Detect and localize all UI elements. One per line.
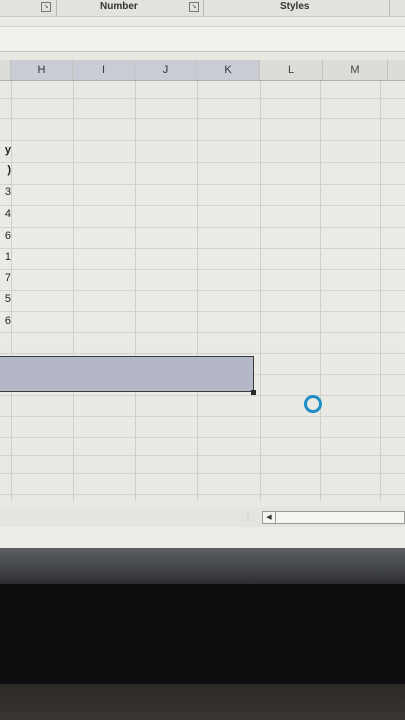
column-headers: H I J K L M — [0, 60, 405, 81]
formula-bar[interactable] — [0, 26, 405, 51]
horizontal-scrollbar[interactable]: ◀ — [262, 511, 405, 524]
grid-row-line — [0, 227, 405, 228]
grid-row-line — [0, 353, 405, 354]
grid-row-line — [0, 248, 405, 249]
cell-partial-value: 4 — [4, 208, 11, 220]
monitor-frame — [0, 584, 405, 684]
grid-column-line — [197, 81, 198, 501]
column-header-j[interactable]: J — [135, 60, 197, 80]
excel-window: ↘ Number ↘ Styles H I J K L M y) 3 4 6 … — [0, 0, 405, 560]
cell-partial-value: 3 — [4, 186, 11, 198]
grid-row-line — [0, 494, 405, 495]
grid-row-line — [0, 184, 405, 185]
ribbon-group-labels: ↘ Number ↘ Styles — [0, 0, 405, 17]
grid-row-line — [0, 455, 405, 456]
column-header-partial[interactable] — [0, 60, 11, 80]
mouse-cursor-icon — [304, 395, 322, 413]
split-handle-icon[interactable]: ⋮ — [244, 513, 252, 522]
column-header-m[interactable]: M — [323, 60, 388, 80]
cell-partial-value: 7 — [4, 272, 11, 284]
selected-range[interactable] — [0, 356, 254, 392]
column-header-k[interactable]: K — [197, 60, 260, 80]
grid-column-line — [380, 81, 381, 501]
column-header-i[interactable]: I — [73, 60, 135, 80]
formula-bar-area — [0, 17, 405, 52]
grid-row-line — [0, 269, 405, 270]
grid-row-line — [0, 473, 405, 474]
grid-column-line — [73, 81, 74, 501]
grid-row-line — [0, 311, 405, 312]
cell-partial-value: 5 — [4, 293, 11, 305]
cell-partial-value: 6 — [4, 315, 11, 327]
grid-row-line — [0, 290, 405, 291]
cell-partial-value: 6 — [4, 230, 11, 242]
column-header-h[interactable]: H — [11, 60, 73, 80]
grid-row-line — [0, 140, 405, 141]
cell-partial-text: y — [4, 144, 11, 156]
grid-row-line — [0, 332, 405, 333]
scroll-left-icon[interactable]: ◀ — [263, 512, 276, 523]
grid-row-line — [0, 395, 405, 396]
ribbon-divider — [56, 0, 57, 16]
grid-row-line — [0, 205, 405, 206]
ribbon-group-styles: Styles — [280, 1, 310, 12]
grid-row-line — [0, 437, 405, 438]
grid-column-line — [135, 81, 136, 501]
grid-row-line — [0, 98, 405, 99]
monitor-bezel — [0, 548, 405, 584]
cell-grid[interactable]: y ) 3 4 6 1 7 5 6 — [0, 81, 405, 501]
dialog-launcher-icon[interactable]: ↘ — [189, 2, 199, 12]
grid-column-line — [320, 81, 321, 501]
grid-column-line — [260, 81, 261, 501]
desk-surface — [0, 684, 405, 720]
grid-row-line — [0, 162, 405, 163]
grid-row-line — [0, 118, 405, 119]
cell-partial-value: 1 — [4, 251, 11, 263]
cell-partial-text: ) — [7, 164, 11, 176]
grid-column-line — [11, 81, 12, 501]
ribbon-group-number: Number — [100, 1, 138, 12]
sheet-tab-bar: ⋮ ◀ — [0, 507, 405, 527]
dialog-launcher-icon[interactable]: ↘ — [41, 2, 51, 12]
column-header-l[interactable]: L — [260, 60, 323, 80]
ribbon-divider — [203, 0, 204, 16]
grid-row-line — [0, 416, 405, 417]
fill-handle[interactable] — [251, 390, 256, 395]
ribbon-divider — [389, 0, 390, 16]
